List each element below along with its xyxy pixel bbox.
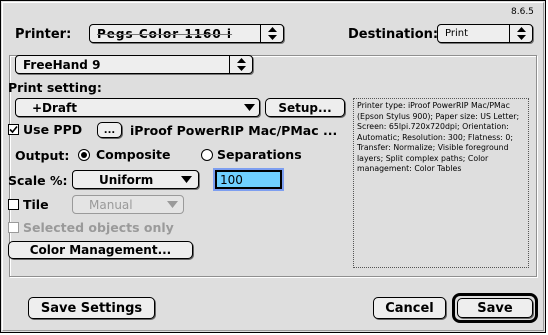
save-button[interactable]: Save	[457, 298, 533, 318]
updown-icon	[260, 25, 283, 42]
scale-value-text: 100	[220, 172, 243, 187]
printer-value: Pegs Color 1160 i	[97, 26, 233, 41]
print-dialog: 8.6.5 Printer: Pegs Color 1160 i Destina…	[0, 0, 546, 333]
updown-icon	[509, 25, 532, 42]
app-popup-value: FreeHand 9	[23, 57, 101, 72]
use-ppd-label: Use PPD	[23, 122, 83, 137]
composite-radio[interactable]	[78, 148, 90, 161]
use-ppd-checkbox[interactable]	[8, 124, 19, 135]
dropdown-triangle-icon	[174, 176, 198, 183]
composite-label: Composite	[96, 147, 171, 162]
print-setting-label: Print setting:	[8, 80, 102, 95]
tile-mode-popup: Manual	[72, 195, 184, 214]
destination-label: Destination:	[348, 27, 439, 42]
scale-value-field[interactable]: 100	[213, 168, 284, 191]
printer-popup[interactable]: Pegs Color 1160 i	[89, 24, 284, 43]
tile-mode-value: Manual	[89, 197, 133, 212]
selected-only-checkbox	[8, 222, 19, 233]
print-setting-value: +Draft	[32, 100, 77, 115]
print-setting-popup[interactable]: +Draft	[15, 98, 260, 117]
use-ppd-row: Use PPD	[8, 122, 82, 137]
separations-label: Separations	[217, 147, 302, 162]
version-label: 8.6.5	[511, 7, 534, 17]
dropdown-triangle-icon	[239, 104, 259, 111]
printer-label: Printer:	[15, 27, 72, 42]
selected-only-label: Selected objects only	[23, 220, 174, 235]
tile-checkbox[interactable]	[8, 199, 19, 210]
separations-option[interactable]: Separations	[201, 147, 302, 162]
save-settings-button[interactable]: Save Settings	[28, 297, 155, 319]
dropdown-triangle-icon	[161, 201, 183, 208]
composite-option[interactable]: Composite	[78, 147, 171, 162]
destination-value: Print	[445, 28, 469, 39]
scale-mode-value: Uniform	[99, 172, 154, 187]
tile-label: Tile	[23, 197, 49, 212]
destination-popup[interactable]: Print	[437, 24, 533, 43]
tile-row: Tile	[8, 197, 49, 212]
setup-button[interactable]: Setup...	[265, 98, 345, 117]
settings-summary: Printer type: iProof PowerRIP Mac/PMac (…	[353, 98, 529, 268]
app-popup[interactable]: FreeHand 9	[15, 55, 253, 74]
scale-label: Scale %:	[8, 173, 68, 188]
cancel-button[interactable]: Cancel	[373, 297, 446, 319]
output-label: Output:	[15, 148, 70, 163]
color-management-button[interactable]: Color Management...	[8, 241, 193, 259]
ppd-browse-button[interactable]: ...	[97, 122, 122, 138]
updown-icon	[229, 56, 252, 73]
scale-mode-popup[interactable]: Uniform	[72, 170, 199, 189]
separations-radio[interactable]	[201, 148, 213, 161]
selected-only-row: Selected objects only	[8, 220, 174, 235]
ppd-name: iProof PowerRIP Mac/PMac ...	[130, 123, 338, 138]
